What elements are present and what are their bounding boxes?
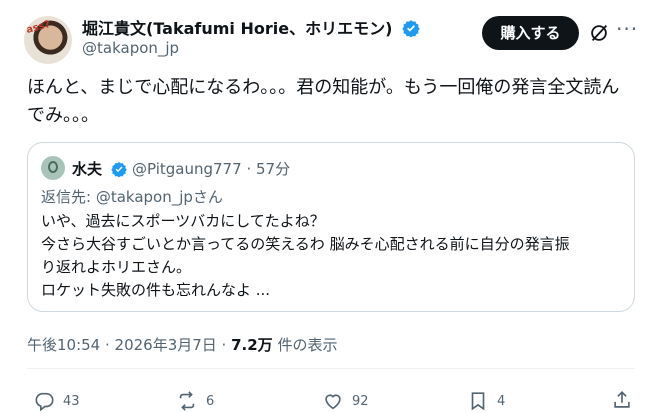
like-count: 92 [352,393,369,409]
quoted-text-line: いや、過去にスポーツバカにしてたよね？ [41,212,325,230]
heart-icon [325,394,341,410]
author-name-text: 堀江貴文(Takafumi Horie、ホリエモン) [82,19,393,38]
post-meta: 午後10:54 · 2026年3月7日 · 7.2万 件の表示 [27,334,337,355]
post-text: ほんと、まじで心配になるわ。。。君の知能が。もう一回俺の発言全文読んでみ。。。 [27,77,620,126]
author-avatar[interactable]: ass? [24,16,72,64]
view-count: 7.2万 [231,336,273,354]
quoted-avatar[interactable] [41,156,65,180]
quoted-author-name[interactable]: 水夫 [72,158,127,179]
repost-count: 6 [206,393,215,409]
reply-count: 43 [63,393,80,409]
quoted-meta: @Pitgaung777 · 57分 [132,158,290,179]
quoted-post[interactable]: 水夫 @Pitgaung777 · 57分 返信先: @takapon_jpさん… [27,142,635,312]
repost-button[interactable]: 6 [176,390,214,412]
verified-badge-icon [402,20,420,37]
share-icon[interactable] [611,389,633,411]
separator: · [246,160,256,178]
like-button[interactable]: 92 [322,390,369,412]
repost-icon [179,391,195,411]
quoted-time: 57分 [255,160,291,178]
post-timestamp[interactable]: 午後10:54 · 2026年3月7日 · [27,336,231,354]
quoted-text-line: 今さら大谷すごいとか言ってるの笑えるわ 脳みそ心配される前に自分の発言振 [41,235,570,253]
quoted-text-line: ロケット失敗の件も忘れんなよ ... [41,281,271,299]
avatar-text: ass? [24,19,52,36]
verified-badge-icon [111,162,127,177]
more-options-icon[interactable]: ··· [616,17,638,41]
bookmark-icon [471,392,485,411]
quoted-reply-to: 返信先: @takapon_jpさん [41,188,223,206]
quoted-author-name-text: 水夫 [72,160,103,178]
quoted-handle: @Pitgaung777 [132,160,242,178]
quoted-text-line: り返れよホリエさん。 [41,258,192,276]
buy-button[interactable]: 購入する [482,16,579,50]
grok-icon[interactable] [588,22,610,44]
quoted-text: いや、過去にスポーツバカにしてたよね？ 今さら大谷すごいとか言ってるの笑えるわ … [41,210,626,302]
bookmark-count: 4 [497,393,506,409]
author-name[interactable]: 堀江貴文(Takafumi Horie、ホリエモン) [82,15,420,39]
reply-icon [35,392,54,412]
reply-button[interactable]: 43 [33,390,80,412]
bookmark-button[interactable]: 4 [467,390,505,412]
divider [27,368,635,369]
author-handle[interactable]: @takapon_jp [82,39,179,57]
view-count-label: 件の表示 [272,336,338,354]
